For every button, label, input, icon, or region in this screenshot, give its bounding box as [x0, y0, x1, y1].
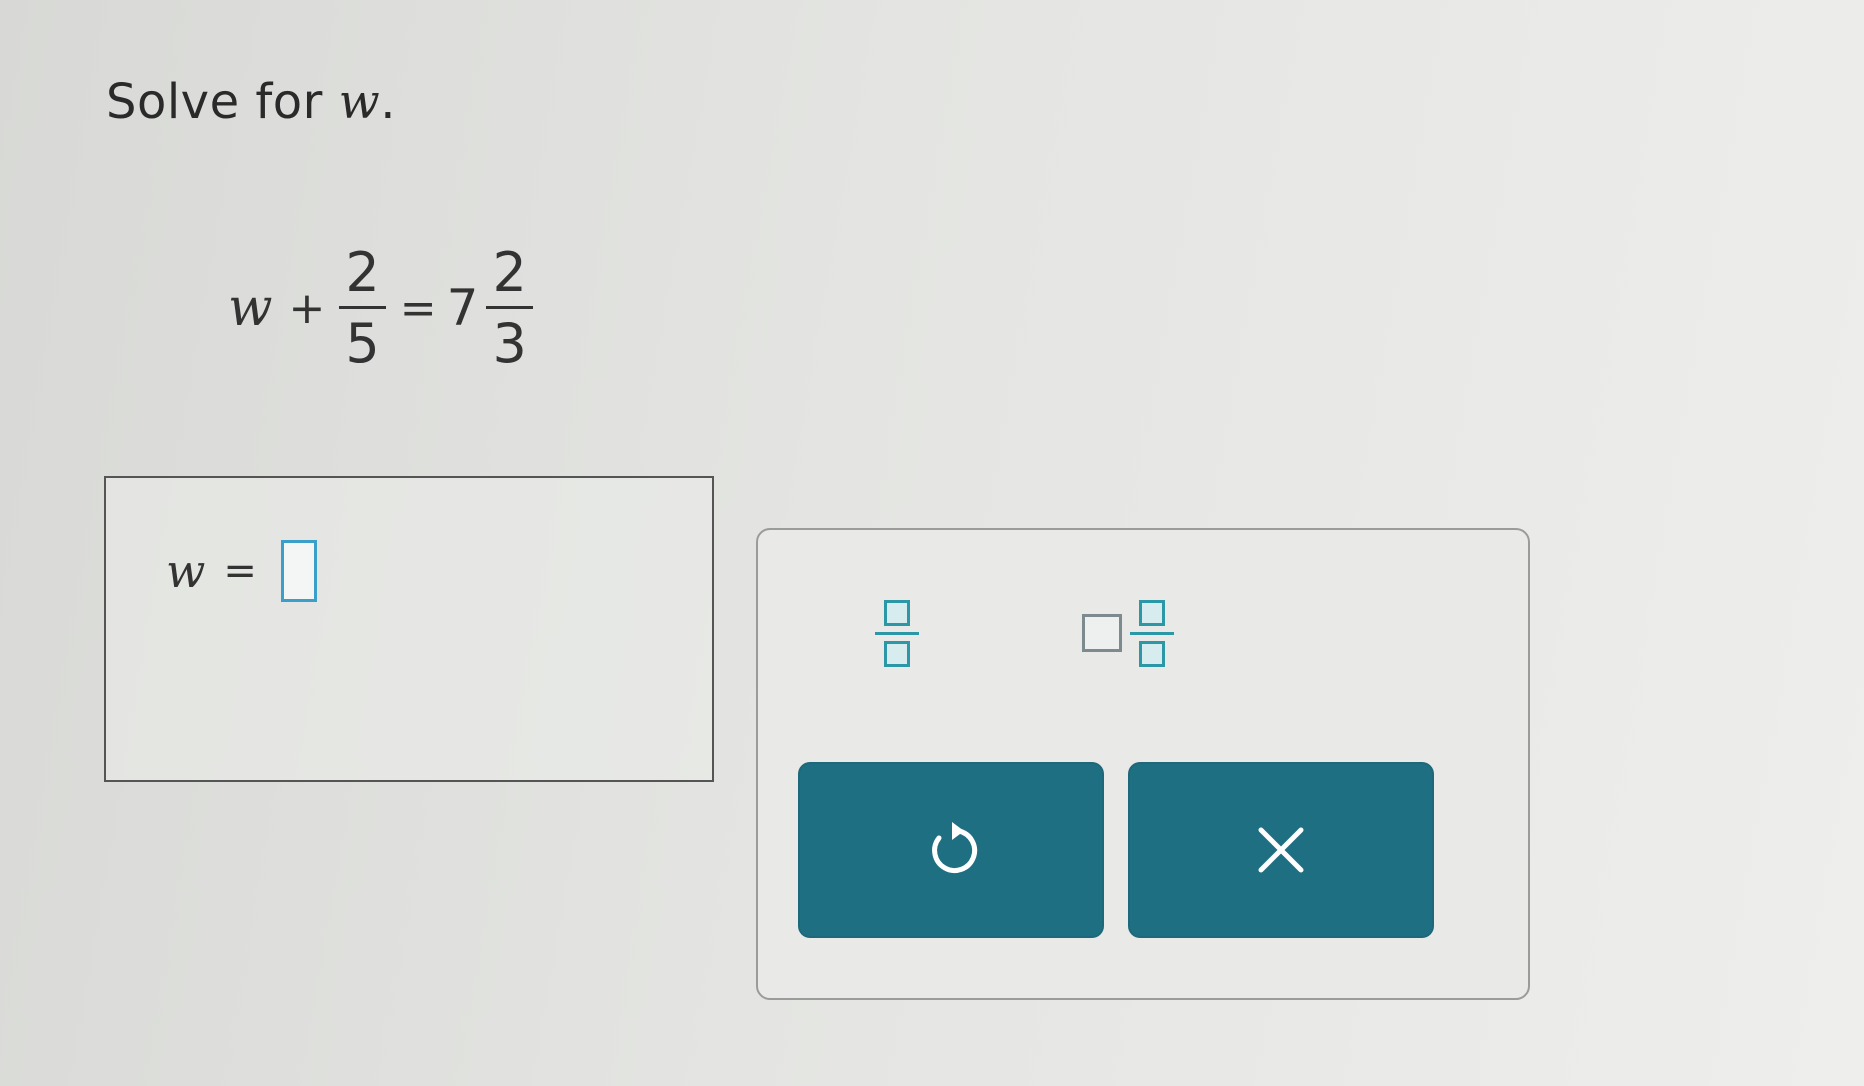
answer-equals: =	[223, 548, 257, 594]
mixed-denominator: 3	[492, 311, 527, 375]
template-bar	[1130, 631, 1174, 635]
answer-area: w =	[104, 476, 714, 782]
page: Solve for w. w + 2 5 = 7 2 3 w =	[0, 0, 1864, 1086]
template-bar	[875, 631, 919, 635]
math-keypad	[756, 528, 1530, 1000]
whole-box	[1082, 614, 1122, 652]
clear-button[interactable]	[1128, 762, 1434, 938]
undo-button[interactable]	[798, 762, 1104, 938]
mixed-whole: 7	[446, 279, 479, 337]
fraction-template-button[interactable]	[842, 578, 952, 688]
answer-variable: w	[166, 544, 206, 598]
mixed-numerator: 2	[492, 240, 527, 304]
question-prompt: Solve for w.	[106, 74, 396, 130]
prompt-period: .	[380, 74, 396, 130]
fraction-template-icon	[875, 599, 919, 667]
equation-plus: +	[288, 282, 326, 334]
mixed-number-template-button[interactable]	[1058, 578, 1198, 688]
undo-icon	[919, 818, 983, 882]
answer-line: w =	[166, 540, 317, 602]
equation-equals: =	[399, 282, 437, 334]
prompt-variable: w	[338, 74, 381, 130]
fraction-denominator: 5	[345, 311, 380, 375]
mixed-fraction: 2 3	[486, 240, 533, 375]
mixed-number-template-icon	[1130, 599, 1174, 667]
fraction-numerator: 2	[345, 240, 380, 304]
equation: w + 2 5 = 7 2 3	[228, 228, 537, 388]
numerator-box	[884, 599, 910, 626]
equation-fraction: 2 5	[339, 240, 386, 375]
denominator-box	[1139, 640, 1165, 667]
clear-x-icon	[1251, 820, 1311, 880]
denominator-box	[884, 640, 910, 667]
numerator-box	[1139, 599, 1165, 626]
prompt-text: Solve for	[106, 74, 339, 130]
equation-variable: w	[228, 278, 273, 338]
answer-input[interactable]	[280, 540, 317, 602]
